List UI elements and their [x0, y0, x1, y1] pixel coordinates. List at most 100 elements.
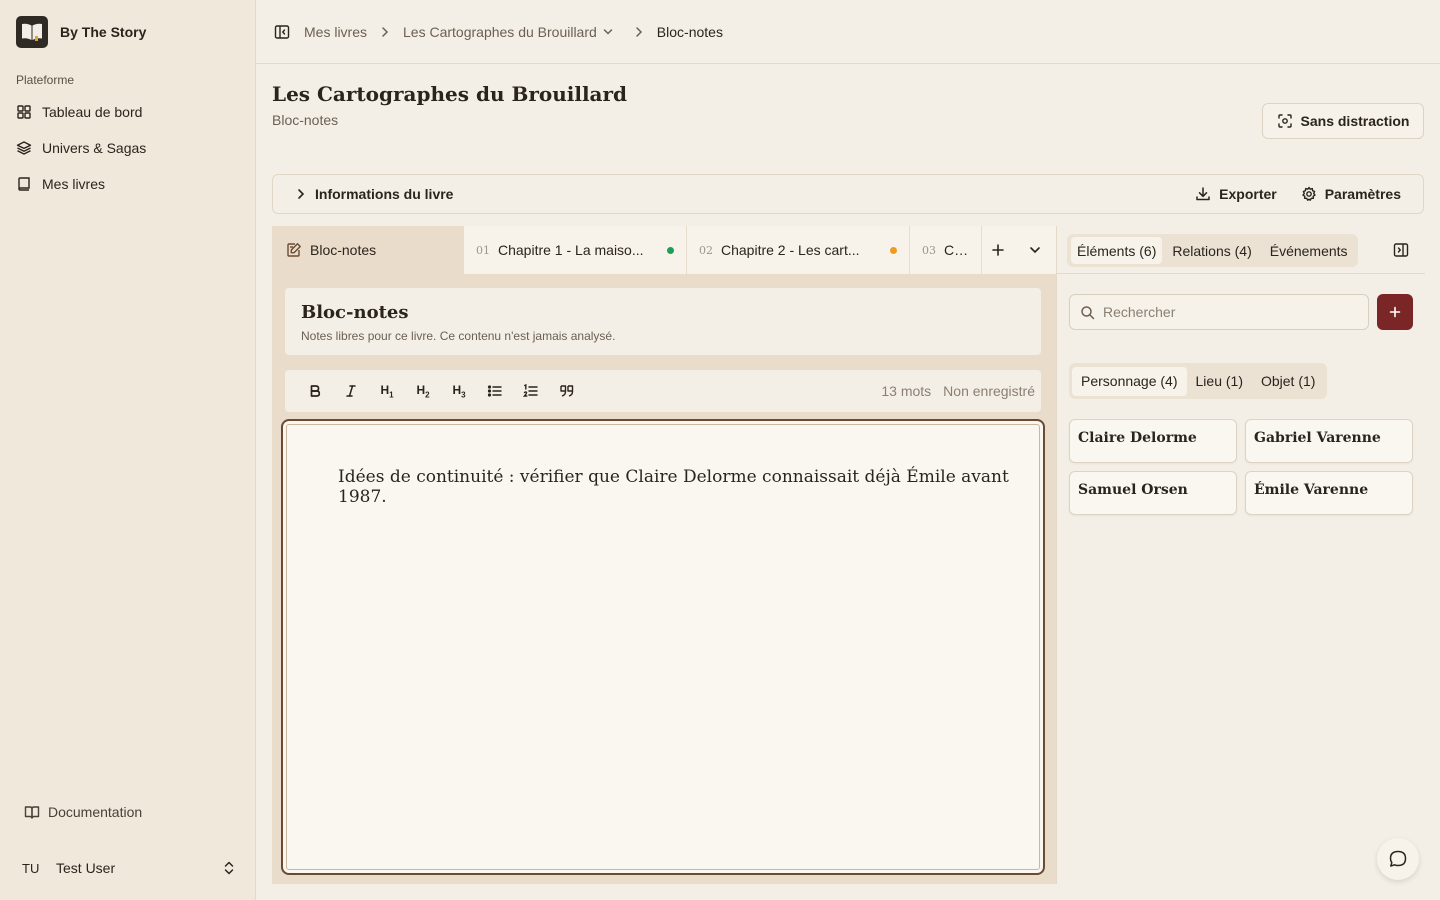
add-tab-button[interactable]	[982, 226, 1014, 274]
book-info-toggle[interactable]: Informations du livre	[297, 186, 453, 202]
layers-icon	[16, 140, 32, 156]
sidebar-item-dashboard[interactable]: Tableau de bord	[8, 94, 248, 130]
breadcrumb-current: Bloc-notes	[656, 23, 723, 40]
tab-label: Chapitre 2 - Les cart...	[721, 242, 860, 258]
editor-panel: Bloc-notes 01 Chapitre 1 - La maiso... 0…	[272, 226, 1056, 884]
tab-chapter-1[interactable]: 01 Chapitre 1 - La maiso...	[464, 226, 687, 274]
collapse-panel-button[interactable]	[1389, 238, 1413, 262]
user-menu[interactable]: TU Test User	[8, 848, 248, 888]
sidebar-item-label: Univers & Sagas	[42, 140, 147, 156]
search-icon	[1080, 305, 1095, 320]
settings-button[interactable]: Paramètres	[1301, 186, 1401, 202]
chevron-down-icon	[603, 28, 613, 36]
chat-bubble-icon	[1388, 849, 1408, 869]
tab-label: Chapitre 1 - La maiso...	[498, 242, 644, 258]
book-logo-icon	[16, 16, 48, 48]
breadcrumb-book-label: Les Cartographes du Brouillard	[403, 23, 597, 40]
note-editor[interactable]: Idées de continuité : vérifier que Clair…	[281, 419, 1045, 875]
element-card[interactable]: Gabriel Varenne	[1245, 419, 1413, 463]
ordered-list-button[interactable]	[513, 376, 549, 406]
chevrons-up-down-icon	[222, 860, 236, 876]
sidebar-nav: Tableau de bord Univers & Sagas Mes livr…	[8, 94, 248, 202]
export-label: Exporter	[1219, 186, 1277, 202]
dashboard-icon	[16, 104, 32, 120]
breadcrumb-book[interactable]: Les Cartographes du Brouillard	[403, 24, 613, 40]
chevron-right-icon	[381, 26, 389, 38]
note-description: Notes libres pour ce livre. Ce contenu n…	[301, 329, 616, 343]
tab-number: 01	[476, 243, 490, 257]
tab-elements[interactable]: Éléments (6)	[1071, 237, 1163, 264]
page-subtitle: Bloc-notes	[272, 112, 339, 128]
status-dot-green	[667, 246, 674, 254]
quote-button[interactable]	[549, 376, 585, 406]
element-card[interactable]: Émile Varenne	[1245, 471, 1413, 515]
element-type-filters: Personnage (4) Lieu (1) Objet (1)	[1069, 363, 1328, 399]
panel-right-icon	[1393, 242, 1409, 258]
element-card[interactable]: Samuel Orsen	[1069, 471, 1237, 515]
quote-icon	[559, 383, 575, 399]
documentation-link[interactable]: Documentation	[16, 798, 240, 826]
bold-icon	[308, 384, 322, 398]
note-content: Idées de continuité : vérifier que Clair…	[338, 467, 1009, 507]
filter-object[interactable]: Objet (1)	[1252, 367, 1324, 396]
notepad-icon	[286, 242, 302, 258]
breadcrumb-my-books[interactable]: Mes livres	[304, 24, 367, 40]
sidebar-toggle-icon[interactable]	[274, 24, 290, 40]
chat-button[interactable]	[1377, 838, 1419, 880]
save-status: Non enregistré	[943, 383, 1035, 399]
plus-icon	[991, 243, 1005, 257]
gear-icon	[1301, 186, 1317, 202]
tab-label: Bloc-notes	[310, 242, 377, 258]
sidebar-item-my-books[interactable]: Mes livres	[8, 166, 248, 202]
add-element-button[interactable]	[1377, 294, 1413, 330]
page-title: Les Cartographes du Brouillard	[272, 82, 628, 106]
book-icon	[16, 176, 32, 192]
sidebar-item-label: Tableau de bord	[42, 104, 143, 120]
tab-relations[interactable]: Relations (4)	[1166, 237, 1257, 264]
editor-stats: 13 mots Non enregistré	[881, 383, 1035, 399]
book-info-actions: Exporter Paramètres	[1195, 186, 1401, 202]
bullet-list-button[interactable]	[477, 376, 513, 406]
note-header-card: Bloc-notes Notes libres pour ce livre. C…	[285, 288, 1041, 355]
chevron-right-icon	[635, 26, 643, 38]
element-card[interactable]: Claire Delorme	[1069, 419, 1237, 463]
tab-chapter-2[interactable]: 02 Chapitre 2 - Les cart...	[687, 226, 910, 274]
tab-events[interactable]: Événements	[1264, 237, 1354, 264]
panel-tabs: Éléments (6) Relations (4) Événements	[1067, 234, 1358, 267]
sidebar-item-universes[interactable]: Univers & Sagas	[8, 130, 248, 166]
heading-3-button[interactable]: H3	[441, 376, 477, 406]
search-field	[1069, 294, 1369, 330]
focus-mode-button[interactable]: Sans distraction	[1262, 103, 1424, 139]
sidebar-item-label: Mes livres	[42, 176, 106, 192]
focus-icon	[1277, 113, 1293, 129]
heading-1-icon: H1	[380, 382, 394, 400]
book-info-bar: Informations du livre Exporter Paramètre…	[272, 174, 1424, 214]
filter-character[interactable]: Personnage (4)	[1072, 366, 1187, 396]
tabs-dropdown-button[interactable]	[1014, 226, 1056, 274]
heading-2-button[interactable]: H2	[405, 376, 441, 406]
filter-place[interactable]: Lieu (1)	[1187, 367, 1252, 396]
settings-label: Paramètres	[1324, 186, 1401, 202]
italic-button[interactable]	[333, 376, 369, 406]
tab-label: Chap	[944, 242, 969, 258]
open-book-icon	[24, 804, 40, 820]
word-count: 13 mots	[881, 383, 932, 399]
status-dot-orange	[890, 246, 897, 254]
ordered-list-icon	[523, 384, 539, 398]
export-button[interactable]: Exporter	[1195, 186, 1277, 202]
document-tabs: Bloc-notes 01 Chapitre 1 - La maiso... 0…	[272, 226, 1056, 274]
download-icon	[1195, 186, 1211, 202]
brand-name: By The Story	[60, 24, 147, 40]
bold-button[interactable]	[297, 376, 333, 406]
heading-3-icon: H3	[452, 382, 466, 400]
heading-1-button[interactable]: H1	[369, 376, 405, 406]
formatting-toolbar: H1 H2 H3 13 mots Non enregistré	[285, 370, 1041, 412]
book-info-label: Informations du livre	[315, 186, 454, 202]
italic-icon	[344, 384, 358, 398]
search-input[interactable]	[1103, 304, 1353, 320]
tab-notepad[interactable]: Bloc-notes	[272, 226, 464, 274]
plus-icon	[1389, 306, 1401, 318]
brand[interactable]: By The Story	[16, 16, 146, 48]
sidebar: By The Story Plateforme Tableau de bord …	[0, 0, 256, 900]
tab-chapter-3[interactable]: 03 Chap	[910, 226, 982, 274]
